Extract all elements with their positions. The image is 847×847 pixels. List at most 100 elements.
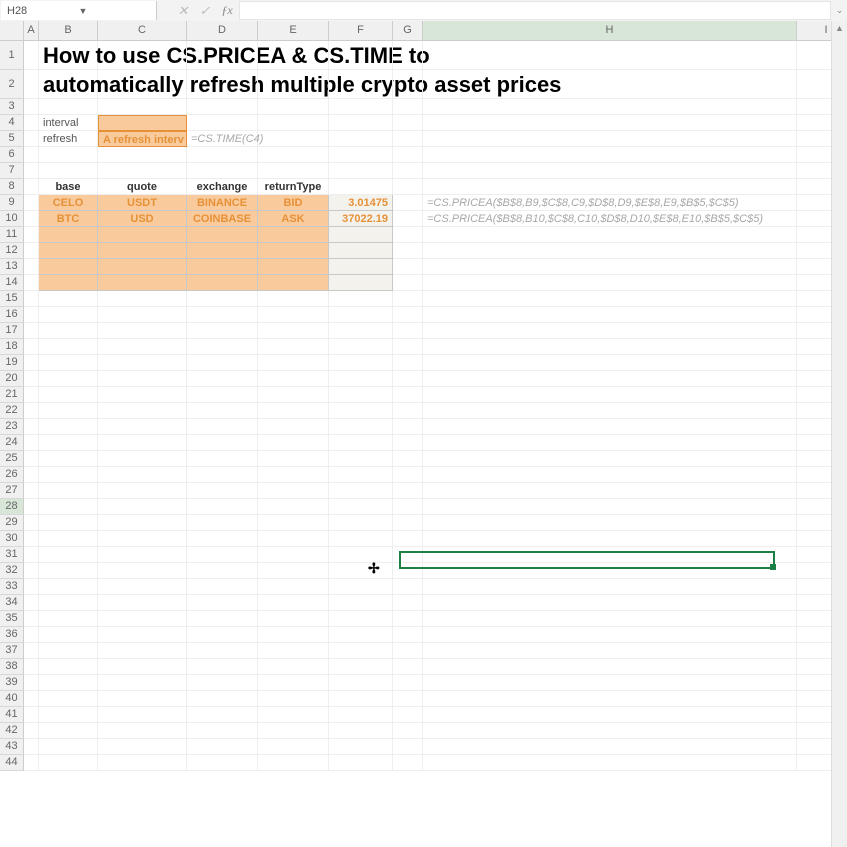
cell-E2[interactable] <box>258 70 329 99</box>
cell-B27[interactable] <box>39 483 98 499</box>
cell-F33[interactable] <box>329 579 393 595</box>
cell-F25[interactable] <box>329 451 393 467</box>
cell-E37[interactable] <box>258 643 329 659</box>
cell-F16[interactable] <box>329 307 393 323</box>
cell-B6[interactable] <box>39 147 98 163</box>
cell-D19[interactable] <box>187 355 258 371</box>
cell-G26[interactable] <box>393 467 423 483</box>
cell-G33[interactable] <box>393 579 423 595</box>
cell-F10[interactable]: 37022.19 <box>329 211 393 227</box>
cell-B28[interactable] <box>39 499 98 515</box>
cell-A29[interactable] <box>24 515 39 531</box>
cell-F37[interactable] <box>329 643 393 659</box>
row-header-33[interactable]: 33 <box>0 579 24 595</box>
column-header-E[interactable]: E <box>258 21 329 41</box>
row-header-19[interactable]: 19 <box>0 355 24 371</box>
cell-E17[interactable] <box>258 323 329 339</box>
cell-H27[interactable] <box>423 483 797 499</box>
cell-B3[interactable] <box>39 99 98 115</box>
cell-E40[interactable] <box>258 691 329 707</box>
cell-C9[interactable]: USDT <box>98 195 187 211</box>
cell-E35[interactable] <box>258 611 329 627</box>
cell-A40[interactable] <box>24 691 39 707</box>
cell-B42[interactable] <box>39 723 98 739</box>
cell-C3[interactable] <box>98 99 187 115</box>
cell-C6[interactable] <box>98 147 187 163</box>
cell-A26[interactable] <box>24 467 39 483</box>
cell-D13[interactable] <box>187 259 258 275</box>
cell-A16[interactable] <box>24 307 39 323</box>
cell-F28[interactable] <box>329 499 393 515</box>
cell-C27[interactable] <box>98 483 187 499</box>
cell-H33[interactable] <box>423 579 797 595</box>
row-header-32[interactable]: 32 <box>0 563 24 579</box>
cell-B34[interactable] <box>39 595 98 611</box>
cell-G29[interactable] <box>393 515 423 531</box>
cell-G36[interactable] <box>393 627 423 643</box>
cell-D31[interactable] <box>187 547 258 563</box>
cell-C34[interactable] <box>98 595 187 611</box>
cell-E38[interactable] <box>258 659 329 675</box>
cell-B37[interactable] <box>39 643 98 659</box>
cell-B35[interactable] <box>39 611 98 627</box>
cell-E8[interactable]: returnType <box>258 179 329 195</box>
cell-H30[interactable] <box>423 531 797 547</box>
cell-G23[interactable] <box>393 419 423 435</box>
cell-H43[interactable] <box>423 739 797 755</box>
cell-E11[interactable] <box>258 227 329 243</box>
cell-F2[interactable] <box>329 70 393 99</box>
cell-D15[interactable] <box>187 291 258 307</box>
cell-G25[interactable] <box>393 451 423 467</box>
cell-B4[interactable]: interval <box>39 115 98 131</box>
cell-C42[interactable] <box>98 723 187 739</box>
cell-E42[interactable] <box>258 723 329 739</box>
cell-H8[interactable] <box>423 179 797 195</box>
cell-C7[interactable] <box>98 163 187 179</box>
row-header-35[interactable]: 35 <box>0 611 24 627</box>
cell-E18[interactable] <box>258 339 329 355</box>
column-headers[interactable]: ABCDEFGHI <box>24 21 847 41</box>
cell-D41[interactable] <box>187 707 258 723</box>
cell-E29[interactable] <box>258 515 329 531</box>
cell-G17[interactable] <box>393 323 423 339</box>
cell-E20[interactable] <box>258 371 329 387</box>
cell-G27[interactable] <box>393 483 423 499</box>
formula-bar-expand-icon[interactable]: ⌄ <box>832 0 847 21</box>
row-header-20[interactable]: 20 <box>0 371 24 387</box>
cell-F42[interactable] <box>329 723 393 739</box>
cell-G11[interactable] <box>393 227 423 243</box>
cell-F32[interactable] <box>329 563 393 579</box>
insert-function-icon[interactable]: ƒx <box>216 0 238 21</box>
cell-E39[interactable] <box>258 675 329 691</box>
cell-A7[interactable] <box>24 163 39 179</box>
cell-E13[interactable] <box>258 259 329 275</box>
cell-H41[interactable] <box>423 707 797 723</box>
cell-D9[interactable]: BINANCE <box>187 195 258 211</box>
cell-B2[interactable]: automatically refresh multiple crypto as… <box>39 70 98 99</box>
cell-E15[interactable] <box>258 291 329 307</box>
cell-E4[interactable] <box>258 115 329 131</box>
cell-F8[interactable] <box>329 179 393 195</box>
name-box[interactable]: H28 ▼ <box>1 1 157 20</box>
cell-G21[interactable] <box>393 387 423 403</box>
cell-A39[interactable] <box>24 675 39 691</box>
cell-G38[interactable] <box>393 659 423 675</box>
cell-A15[interactable] <box>24 291 39 307</box>
row-header-10[interactable]: 10 <box>0 211 24 227</box>
cell-H36[interactable] <box>423 627 797 643</box>
cell-H40[interactable] <box>423 691 797 707</box>
cell-E19[interactable] <box>258 355 329 371</box>
cell-H26[interactable] <box>423 467 797 483</box>
cell-A9[interactable] <box>24 195 39 211</box>
cell-B12[interactable] <box>39 243 98 259</box>
cell-A10[interactable] <box>24 211 39 227</box>
cell-C22[interactable] <box>98 403 187 419</box>
cell-F27[interactable] <box>329 483 393 499</box>
cell-B36[interactable] <box>39 627 98 643</box>
cell-E26[interactable] <box>258 467 329 483</box>
cell-A44[interactable] <box>24 755 39 771</box>
vertical-scrollbar[interactable]: ▲ <box>831 21 847 847</box>
row-header-17[interactable]: 17 <box>0 323 24 339</box>
cell-B14[interactable] <box>39 275 98 291</box>
cell-E24[interactable] <box>258 435 329 451</box>
